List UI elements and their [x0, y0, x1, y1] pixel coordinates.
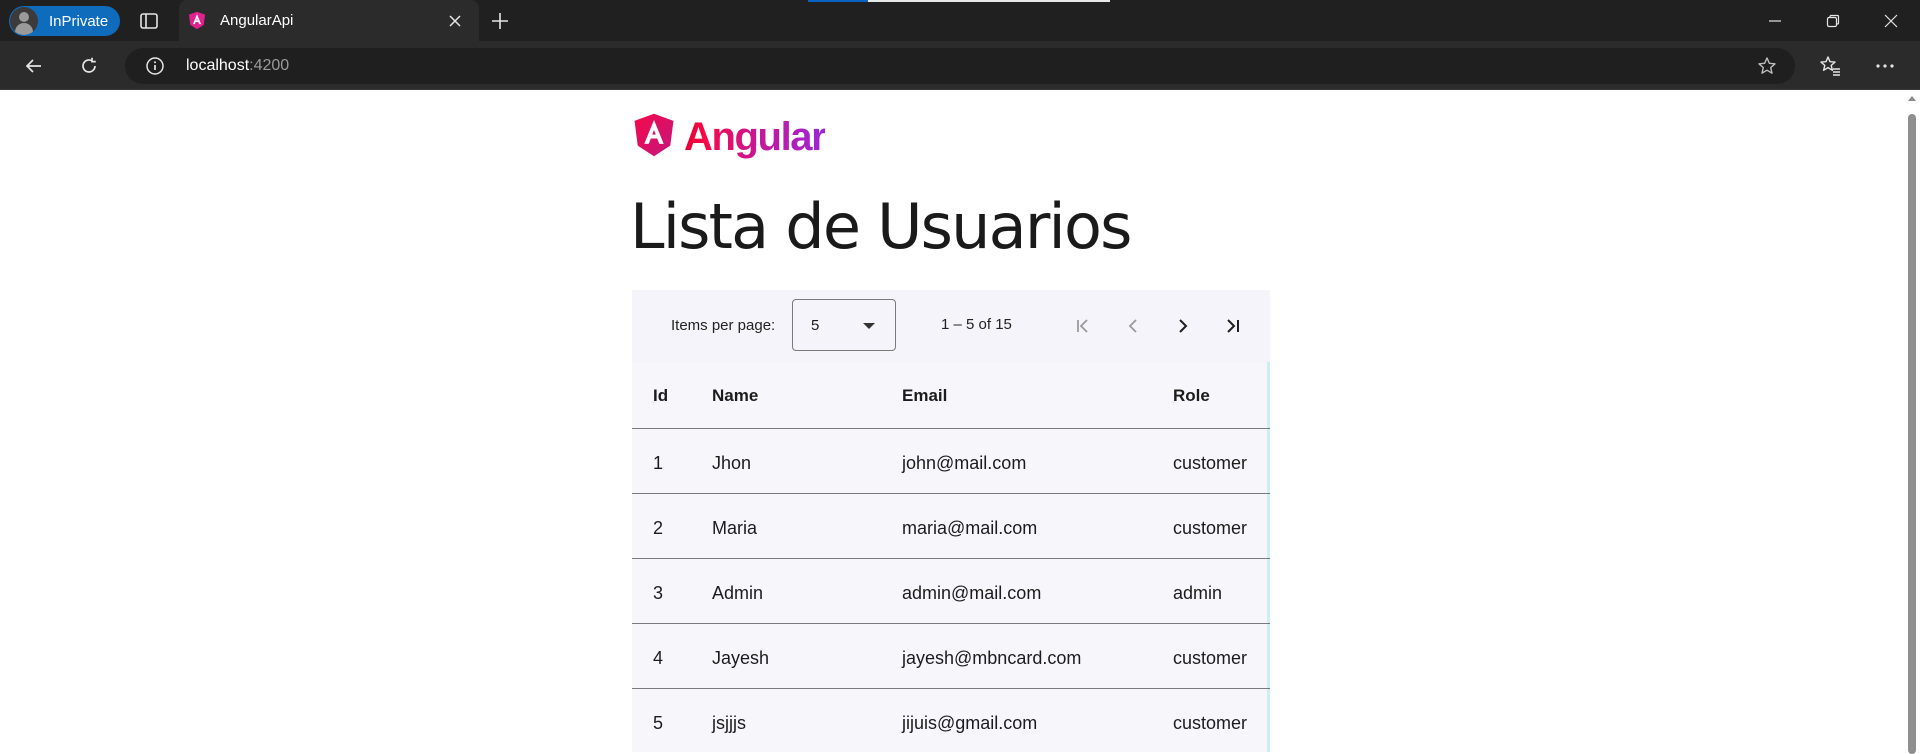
cell-id: 2: [653, 518, 664, 538]
new-tab-icon[interactable]: [487, 8, 513, 34]
cell-id: 3: [653, 583, 664, 603]
vertical-scrollbar[interactable]: [1904, 90, 1920, 754]
scroll-thumb[interactable]: [1908, 114, 1916, 754]
logo-text: Angular: [684, 115, 827, 159]
favorites-icon[interactable]: [1814, 50, 1846, 82]
cell-role: admin: [1173, 583, 1223, 603]
profile-avatar-icon: [10, 7, 38, 35]
previous-page-icon[interactable]: [1113, 306, 1153, 346]
back-arrow-icon[interactable]: [18, 50, 50, 82]
browser-toolbar: localhost:4200: [0, 41, 1920, 90]
inprivate-button[interactable]: InPrivate: [9, 6, 120, 36]
header-name[interactable]: Name: [712, 386, 758, 406]
angular-logo: Angular: [632, 112, 827, 163]
cell-name: Maria: [712, 518, 758, 538]
cell-email: jijuis@gmail.com: [902, 713, 1038, 733]
address-bar[interactable]: localhost:4200: [125, 48, 1795, 84]
inprivate-label: InPrivate: [49, 12, 109, 30]
cell-name: Jayesh: [712, 648, 770, 668]
cell-role: customer: [1173, 648, 1248, 668]
site-info-icon[interactable]: [145, 56, 165, 81]
scroll-up-arrow-icon[interactable]: [1908, 96, 1916, 101]
cell-name: Jhon: [712, 453, 752, 473]
cell-id: 4: [653, 648, 664, 668]
dropdown-caret-icon: [863, 323, 875, 329]
page-size-value: 5: [811, 317, 820, 334]
row-divider: [632, 493, 1270, 494]
browser-titlebar: InPrivate AngularApi: [0, 0, 1920, 41]
row-divider: [632, 558, 1270, 559]
close-window-icon[interactable]: [1868, 0, 1914, 41]
loading-indicator: [808, 0, 868, 2]
page-size-select[interactable]: 5: [792, 299, 896, 351]
header-role[interactable]: Role: [1173, 386, 1210, 406]
minimize-icon[interactable]: [1752, 0, 1798, 41]
items-per-page-label: Items per page:: [671, 317, 776, 334]
range-label: 1 – 5 of 15: [941, 316, 1012, 333]
header-id[interactable]: Id: [653, 386, 668, 406]
cell-id: 1: [653, 453, 664, 473]
next-page-icon[interactable]: [1163, 306, 1203, 346]
url-text: localhost:4200: [186, 57, 289, 75]
restore-icon[interactable]: [1810, 0, 1856, 41]
url-port: :4200: [249, 57, 290, 74]
cell-id: 5: [653, 713, 664, 733]
row-divider: [632, 428, 1270, 429]
cell-name: jsjjjs: [712, 713, 746, 733]
tab-actions-icon[interactable]: [136, 8, 162, 34]
more-options-icon[interactable]: [1869, 50, 1901, 82]
tab-title: AngularApi: [220, 12, 294, 29]
refresh-icon[interactable]: [73, 50, 105, 82]
last-page-icon[interactable]: [1213, 306, 1253, 346]
favorite-star-icon[interactable]: [1757, 56, 1777, 81]
paginator: Items per page: 5 1 – 5 of 15: [632, 290, 1270, 362]
cell-name: Admin: [712, 583, 764, 603]
cell-email: john@mail.com: [902, 453, 1027, 473]
cell-email: jayesh@mbncard.com: [902, 648, 1082, 668]
cell-role: customer: [1173, 453, 1248, 473]
cell-role: customer: [1173, 713, 1248, 733]
browser-tab-active[interactable]: AngularApi: [179, 0, 479, 41]
cell-email: maria@mail.com: [902, 518, 1038, 538]
row-divider: [632, 688, 1270, 689]
first-page-icon[interactable]: [1063, 306, 1103, 346]
cell-email: admin@mail.com: [902, 583, 1042, 603]
users-table: Id Name Email Role 1 Jhon john@mail.com …: [632, 362, 1270, 752]
angular-favicon-icon: [188, 11, 206, 35]
close-tab-icon[interactable]: [445, 11, 465, 31]
url-host: localhost: [186, 57, 250, 74]
loading-track: [868, 0, 1110, 2]
row-divider: [632, 623, 1270, 624]
header-email[interactable]: Email: [902, 386, 947, 406]
cell-role: customer: [1173, 518, 1248, 538]
angular-shield-icon: [632, 112, 676, 163]
page-viewport: Angular Lista de Usuarios Items per page…: [0, 90, 1920, 754]
page-title: Lista de Usuarios: [630, 190, 1132, 263]
